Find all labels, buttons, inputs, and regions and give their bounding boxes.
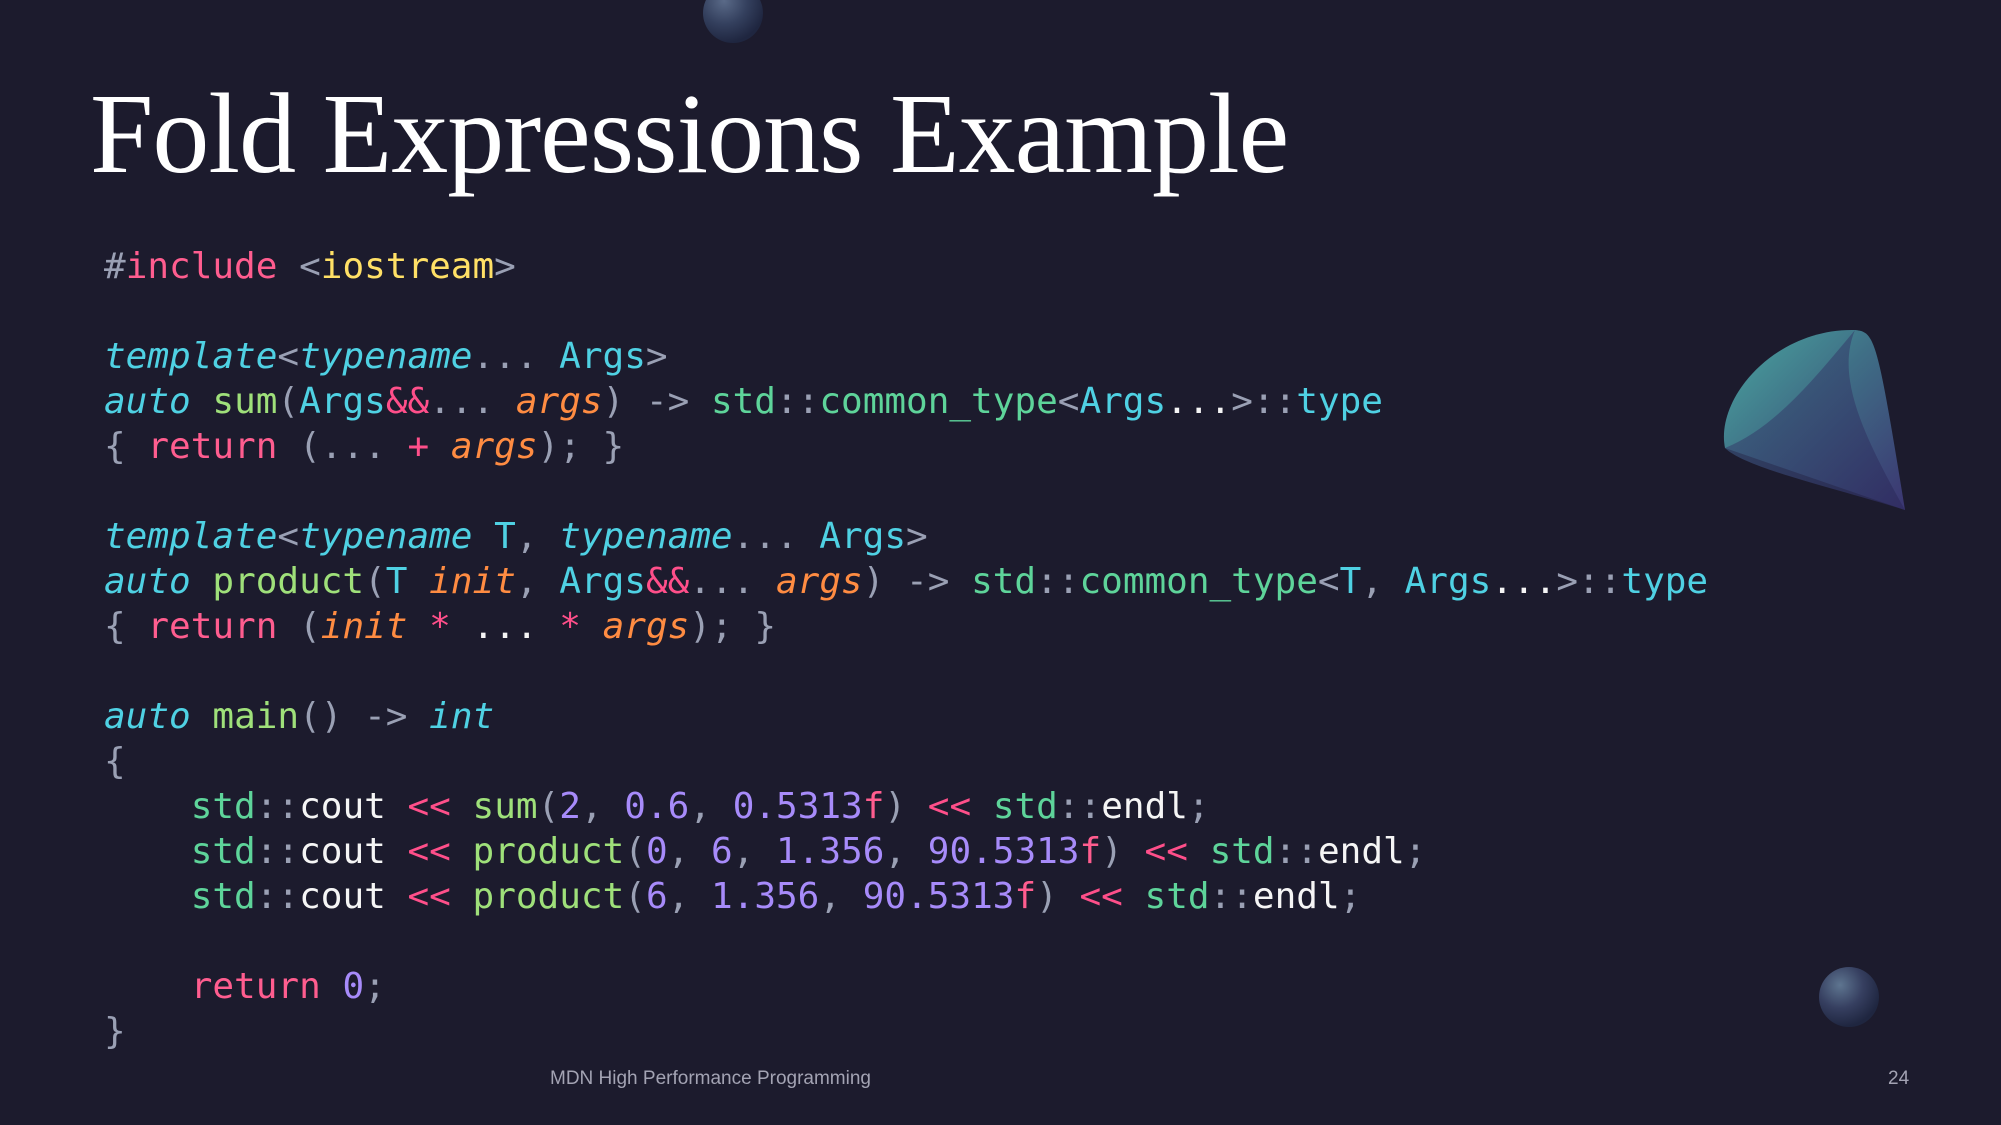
code-block: #include <iostream> template<typename...…	[104, 244, 1708, 1054]
sphere-decoration-bottom	[1819, 967, 1879, 1027]
footer-text: MDN High Performance Programming	[550, 1068, 871, 1089]
code-line: auto main() -> int	[104, 696, 495, 737]
code-line: return 0;	[190, 966, 386, 1007]
code-line: }	[104, 1011, 126, 1052]
code-line: std::cout << sum(2, 0.6, 0.5313f) << std…	[190, 786, 1210, 827]
code-line: auto sum(Args&&... args) -> std::common_…	[104, 381, 1383, 422]
code-line: std::cout << product(6, 1.356, 90.5313f)…	[190, 876, 1362, 917]
code-line: #include <iostream>	[104, 246, 516, 287]
page-number: 24	[1888, 1068, 1910, 1089]
code-line: template<typename... Args>	[104, 336, 668, 377]
code-line: {	[104, 741, 126, 782]
slide: Fold Expressions Example #include <iostr…	[0, 0, 2001, 1125]
code-line: { return (init * ... * args); }	[104, 606, 776, 647]
code-line: std::cout << product(0, 6, 1.356, 90.531…	[190, 831, 1427, 872]
sphere-decoration-top	[703, 0, 763, 43]
code-line: auto product(T init, Args&&... args) -> …	[104, 561, 1709, 602]
code-line: template<typename T, typename... Args>	[104, 516, 928, 557]
cone-decoration	[1723, 329, 1905, 510]
slide-title: Fold Expressions Example	[90, 70, 1289, 197]
code-line: { return (... + args); }	[104, 426, 625, 467]
